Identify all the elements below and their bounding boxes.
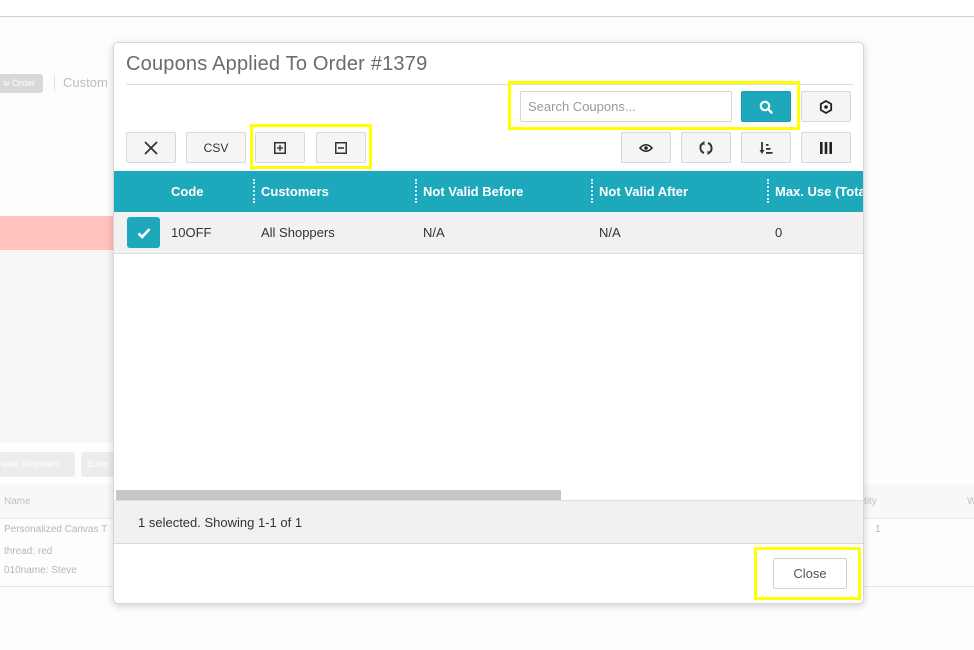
close-icon [144, 140, 158, 155]
sort-icon [759, 141, 773, 154]
expand-all-button[interactable] [255, 132, 305, 163]
modal-title: Coupons Applied To Order #1379 [126, 53, 428, 75]
top-bar [0, 0, 974, 17]
column-resize-handle[interactable] [253, 179, 255, 203]
item-quantity: 1 [875, 524, 881, 535]
separator [54, 75, 55, 91]
refresh-icon [699, 140, 713, 155]
clear-selection-button[interactable] [126, 132, 176, 163]
table-row[interactable]: 10OFF All Shoppers N/A N/A 0 [114, 212, 863, 254]
cell-max-use: 0 [775, 225, 783, 240]
column-resize-handle[interactable] [767, 179, 769, 203]
cell-not-valid-before: N/A [423, 225, 445, 240]
cell-customers: All Shoppers [261, 225, 335, 240]
expand-icon [274, 141, 286, 154]
column-header-max-use[interactable]: Max. Use (Total) [775, 171, 863, 212]
column-w: W [967, 496, 974, 507]
row-checkbox[interactable] [127, 217, 160, 248]
coupons-table-header: Code Customers Not Valid Before Not Vali… [114, 171, 863, 212]
page: w Order Custom Create Shipment Enter Nam… [0, 0, 974, 650]
collapse-all-button[interactable] [316, 132, 366, 163]
settings-button[interactable] [801, 91, 851, 122]
columns-icon [820, 141, 832, 154]
item-option: 010name: Steve [4, 565, 77, 576]
checkmark-icon [137, 227, 150, 239]
item-name: Personalized Canvas T [4, 524, 108, 535]
cell-not-valid-after: N/A [599, 225, 621, 240]
search-button[interactable] [741, 91, 791, 122]
sort-button[interactable] [741, 132, 791, 163]
column-header-code[interactable]: Code [171, 171, 204, 212]
divider [126, 84, 853, 85]
alert-banner [0, 216, 114, 250]
csv-export-button[interactable]: CSV [186, 132, 246, 163]
selection-status: 1 selected. Showing 1-1 of 1 [138, 515, 303, 530]
table-footer: 1 selected. Showing 1-1 of 1 [114, 500, 863, 544]
eye-icon [639, 143, 653, 152]
search-input[interactable] [520, 91, 732, 122]
item-option: thread: red [4, 546, 53, 557]
toggle-view-button[interactable] [621, 132, 671, 163]
settings-icon [819, 99, 833, 114]
search-icon [759, 100, 773, 114]
background-panel [0, 250, 114, 443]
column-header-not-valid-before[interactable]: Not Valid Before [423, 171, 523, 212]
column-name: Name [4, 496, 31, 507]
create-shipment-button[interactable]: Create Shipment [0, 452, 75, 477]
cell-code: 10OFF [171, 225, 212, 240]
view-order-button[interactable]: w Order [0, 74, 43, 93]
coupons-modal: Coupons Applied To Order #1379 CSV [113, 42, 864, 604]
columns-button[interactable] [801, 132, 851, 163]
refresh-button[interactable] [681, 132, 731, 163]
scrollbar-thumb[interactable] [116, 490, 561, 500]
collapse-icon [335, 141, 347, 154]
close-button[interactable]: Close [773, 558, 847, 589]
column-resize-handle[interactable] [415, 179, 417, 203]
column-quantity: tity [864, 496, 877, 507]
customer-link[interactable]: Custom [63, 75, 108, 90]
column-header-customers[interactable]: Customers [261, 171, 329, 212]
column-resize-handle[interactable] [591, 179, 593, 203]
column-header-not-valid-after[interactable]: Not Valid After [599, 171, 688, 212]
